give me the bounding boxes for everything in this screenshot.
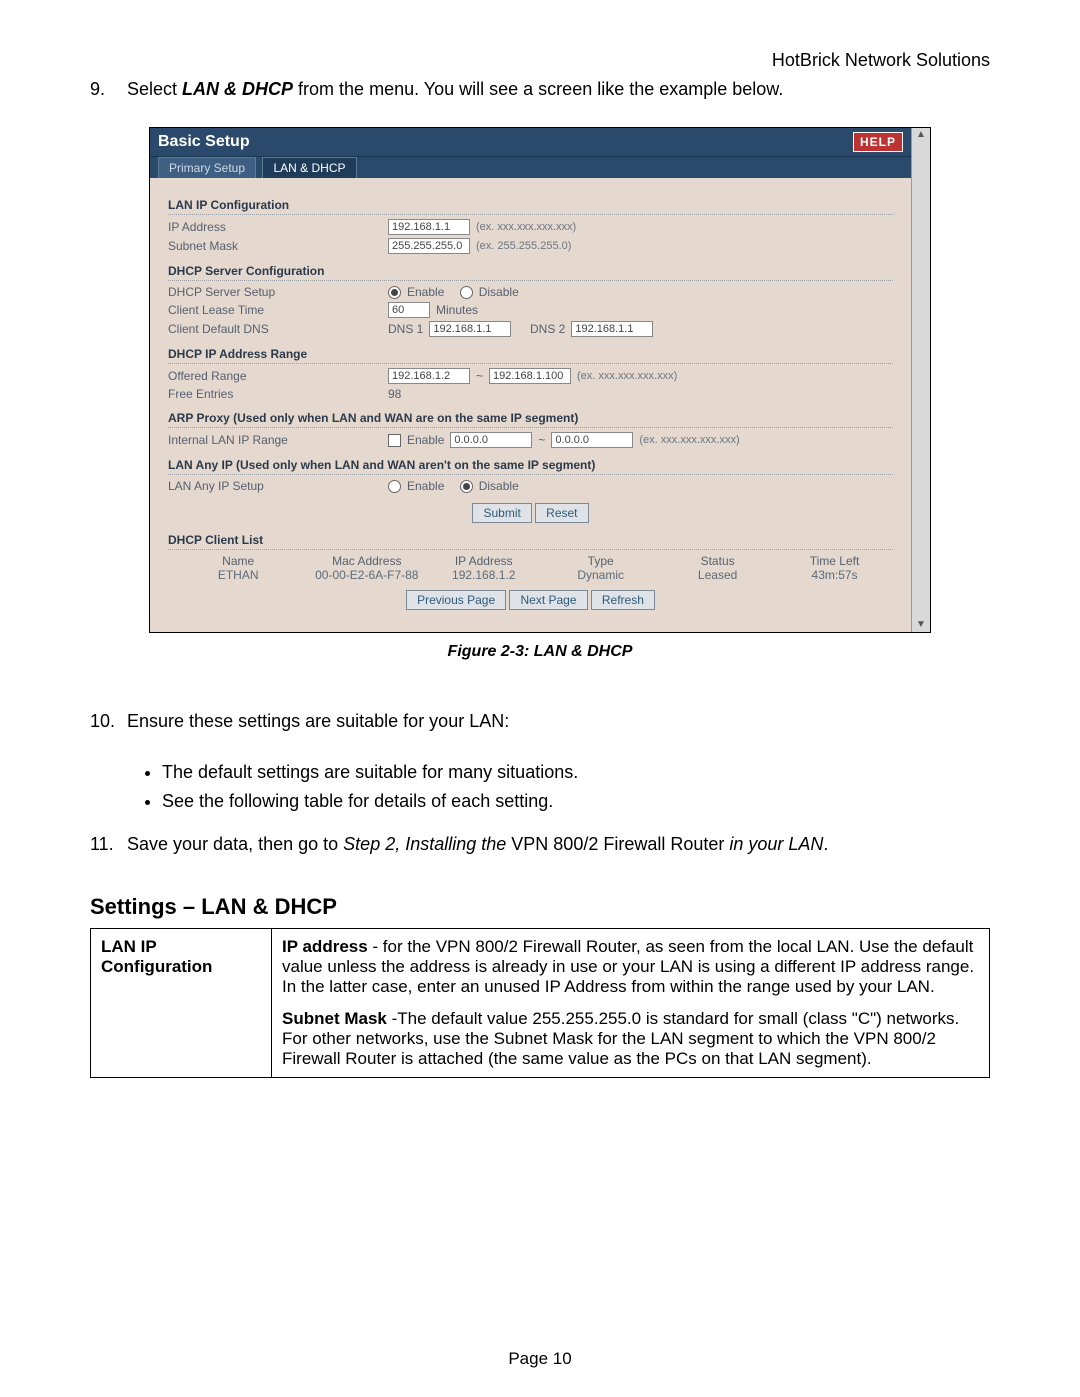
step-9-text-post: from the menu. You will see a screen lik…	[293, 79, 783, 99]
tab-lan-dhcp[interactable]: LAN & DHCP	[262, 157, 356, 178]
input-lease-time[interactable]	[388, 302, 430, 318]
cell-type: Dynamic	[542, 568, 659, 582]
section-arp-proxy: ARP Proxy (Used only when LAN and WAN ar…	[168, 411, 893, 428]
cell-time: 43m:57s	[776, 568, 893, 582]
input-subnet-mask[interactable]	[388, 238, 470, 254]
cell-ip: 192.168.1.2	[425, 568, 542, 582]
label-minutes: Minutes	[436, 303, 478, 317]
label-internal-range: Internal LAN IP Range	[168, 433, 388, 447]
label-dhcp-setup: DHCP Server Setup	[168, 285, 388, 299]
label-subnet-mask: Subnet Mask	[168, 239, 388, 253]
step-9-number: 9.	[90, 77, 122, 101]
label-dns1: DNS 1	[388, 322, 423, 336]
step-11: 11. Save your data, then go to Step 2, I…	[90, 832, 990, 856]
input-dns1[interactable]	[429, 321, 511, 337]
settings-row1-header: LAN IP Configuration	[91, 929, 272, 1078]
tab-bar: Primary Setup LAN & DHCP	[150, 157, 911, 178]
label-enable: Enable	[407, 285, 444, 299]
input-range-from[interactable]	[388, 368, 470, 384]
cell-name: ETHAN	[168, 568, 308, 582]
input-ip-address[interactable]	[388, 219, 470, 235]
label-lease-time: Client Lease Time	[168, 303, 388, 317]
client-table-header: Name Mac Address IP Address Type Status …	[168, 554, 893, 568]
settings-row1-body: IP address - for the VPN 800/2 Firewall …	[272, 929, 990, 1078]
col-time-left: Time Left	[776, 554, 893, 568]
step-9-menu-name: LAN & DHCP	[182, 79, 293, 99]
ip-address-desc: - for the VPN 800/2 Firewall Router, as …	[282, 937, 974, 996]
input-arp-to	[551, 432, 633, 448]
label-offered-range: Offered Range	[168, 369, 388, 383]
step-11-pre: Save your data, then go to	[127, 834, 343, 854]
client-table-row: ETHAN 00-00-E2-6A-F7-88 192.168.1.2 Dyna…	[168, 568, 893, 582]
input-range-to[interactable]	[489, 368, 571, 384]
cell-mac: 00-00-E2-6A-F7-88	[308, 568, 425, 582]
arp-tilde: ~	[538, 433, 545, 447]
section-dhcp-range: DHCP IP Address Range	[168, 347, 893, 364]
panel-title: Basic Setup	[158, 133, 250, 151]
page-footer: Page 10	[0, 1349, 1080, 1369]
label-any-ip: LAN Any IP Setup	[168, 479, 388, 493]
refresh-button[interactable]: Refresh	[591, 590, 655, 610]
help-button[interactable]: HELP	[853, 132, 903, 152]
radio-dhcp-disable[interactable]	[460, 286, 473, 299]
figure-caption: Figure 2-3: LAN & DHCP	[90, 643, 990, 661]
col-status: Status	[659, 554, 776, 568]
submit-button[interactable]: Submit	[472, 503, 531, 523]
step-11-mid: VPN 800/2 Firewall Router	[506, 834, 729, 854]
scroll-down-icon[interactable]: ▼	[912, 618, 930, 632]
hint-arp: (ex. xxx.xxx.xxx.xxx)	[639, 434, 739, 446]
scroll-up-icon[interactable]: ▲	[912, 128, 930, 142]
section-lan-any-ip: LAN Any IP (Used only when LAN and WAN a…	[168, 458, 893, 475]
doc-header-brand: HotBrick Network Solutions	[90, 50, 990, 71]
section-dhcp-server: DHCP Server Configuration	[168, 264, 893, 281]
prev-page-button[interactable]: Previous Page	[406, 590, 506, 610]
input-dns2[interactable]	[571, 321, 653, 337]
label-arp-enable: Enable	[407, 433, 444, 447]
hint-subnet-mask: (ex. 255.255.255.0)	[476, 240, 571, 252]
section-lan-ip-config: LAN IP Configuration	[168, 198, 893, 215]
value-free-entries: 98	[388, 387, 401, 401]
step-11-post: .	[823, 834, 828, 854]
label-disable: Disable	[479, 285, 519, 299]
step-9-text-pre: Select	[127, 79, 182, 99]
tab-primary-setup[interactable]: Primary Setup	[158, 157, 256, 178]
step-11-italic-1: Step 2, Installing the	[343, 834, 506, 854]
step-10-bullet-2: See the following table for details of e…	[162, 789, 990, 814]
step-10-number: 10.	[90, 709, 122, 733]
step-11-number: 11.	[90, 832, 122, 856]
subnet-mask-term: Subnet Mask	[282, 1009, 387, 1028]
range-tilde: ~	[476, 369, 483, 383]
section-dhcp-clients: DHCP Client List	[168, 533, 893, 550]
label-dns2: DNS 2	[530, 322, 565, 336]
col-name: Name	[168, 554, 308, 568]
hint-range: (ex. xxx.xxx.xxx.xxx)	[577, 370, 677, 382]
step-10: 10. Ensure these settings are suitable f…	[90, 709, 990, 733]
settings-heading: Settings – LAN & DHCP	[90, 894, 990, 920]
col-type: Type	[542, 554, 659, 568]
label-free-entries: Free Entries	[168, 387, 388, 401]
step-11-italic-2: in your LAN	[729, 834, 823, 854]
ip-address-term: IP address	[282, 937, 368, 956]
reset-button[interactable]: Reset	[535, 503, 588, 523]
radio-anyip-disable[interactable]	[460, 480, 473, 493]
label-anyip-enable: Enable	[407, 479, 444, 493]
cell-status: Leased	[659, 568, 776, 582]
col-ip: IP Address	[425, 554, 542, 568]
step-9: 9. Select LAN & DHCP from the menu. You …	[90, 77, 990, 101]
label-anyip-disable: Disable	[479, 479, 519, 493]
next-page-button[interactable]: Next Page	[509, 590, 587, 610]
settings-table: LAN IP Configuration IP address - for th…	[90, 928, 990, 1078]
step-10-text: Ensure these settings are suitable for y…	[127, 711, 509, 731]
hint-ip-address: (ex. xxx.xxx.xxx.xxx)	[476, 221, 576, 233]
label-ip-address: IP Address	[168, 220, 388, 234]
radio-anyip-enable[interactable]	[388, 480, 401, 493]
label-client-dns: Client Default DNS	[168, 322, 388, 336]
radio-dhcp-enable[interactable]	[388, 286, 401, 299]
step-10-bullet-1: The default settings are suitable for ma…	[162, 760, 990, 785]
col-mac: Mac Address	[308, 554, 425, 568]
checkbox-arp-enable[interactable]	[388, 434, 401, 447]
scrollbar[interactable]: ▲ ▼	[911, 128, 930, 632]
input-arp-from	[450, 432, 532, 448]
router-screenshot: Basic Setup HELP Primary Setup LAN & DHC…	[149, 127, 931, 633]
